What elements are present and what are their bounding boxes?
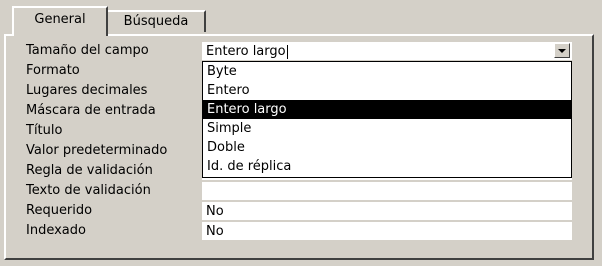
- property-row-field-size: Tamaño del campo Entero largo: [6, 42, 592, 62]
- tab-general[interactable]: General: [12, 6, 108, 36]
- option-doble[interactable]: Doble: [203, 138, 571, 157]
- validation-text-label: Texto de validación: [26, 183, 151, 198]
- field-size-value[interactable]: Entero largo: [206, 44, 286, 59]
- required-label: Requerido: [26, 203, 93, 218]
- property-row-validation-text: Texto de validación: [6, 182, 592, 202]
- field-size-label: Tamaño del campo: [26, 43, 149, 58]
- required-field[interactable]: No: [202, 202, 572, 221]
- option-entero-largo[interactable]: Entero largo: [203, 100, 571, 119]
- option-entero[interactable]: Entero: [203, 81, 571, 100]
- caption-label: Título: [26, 123, 63, 138]
- input-mask-label: Máscara de entrada: [26, 103, 156, 118]
- indexed-field[interactable]: No: [202, 222, 572, 241]
- field-size-combo[interactable]: Entero largo: [202, 42, 572, 61]
- default-value-label: Valor predeterminado: [26, 143, 168, 158]
- format-label: Formato: [26, 63, 80, 78]
- text-caret: [286, 44, 288, 59]
- validation-rule-label: Regla de validación: [26, 163, 153, 178]
- field-properties-panel: Tamaño del campo Entero largo Formato Lu…: [4, 34, 594, 260]
- indexed-label: Indexado: [26, 223, 86, 238]
- option-simple[interactable]: Simple: [203, 119, 571, 138]
- option-byte[interactable]: Byte: [203, 62, 571, 81]
- decimal-places-label: Lugares decimales: [26, 83, 148, 98]
- field-size-dropdown-list[interactable]: Byte Entero Entero largo Simple Doble Id…: [202, 61, 572, 178]
- validation-text-field[interactable]: [202, 182, 572, 201]
- combo-dropdown-button[interactable]: [554, 43, 570, 58]
- property-row-indexed: Indexado No: [6, 222, 592, 242]
- chevron-down-icon: [558, 49, 566, 53]
- property-row-required: Requerido No: [6, 202, 592, 222]
- tab-busqueda[interactable]: Búsqueda: [106, 10, 206, 32]
- option-id-replica[interactable]: Id. de réplica: [203, 157, 571, 176]
